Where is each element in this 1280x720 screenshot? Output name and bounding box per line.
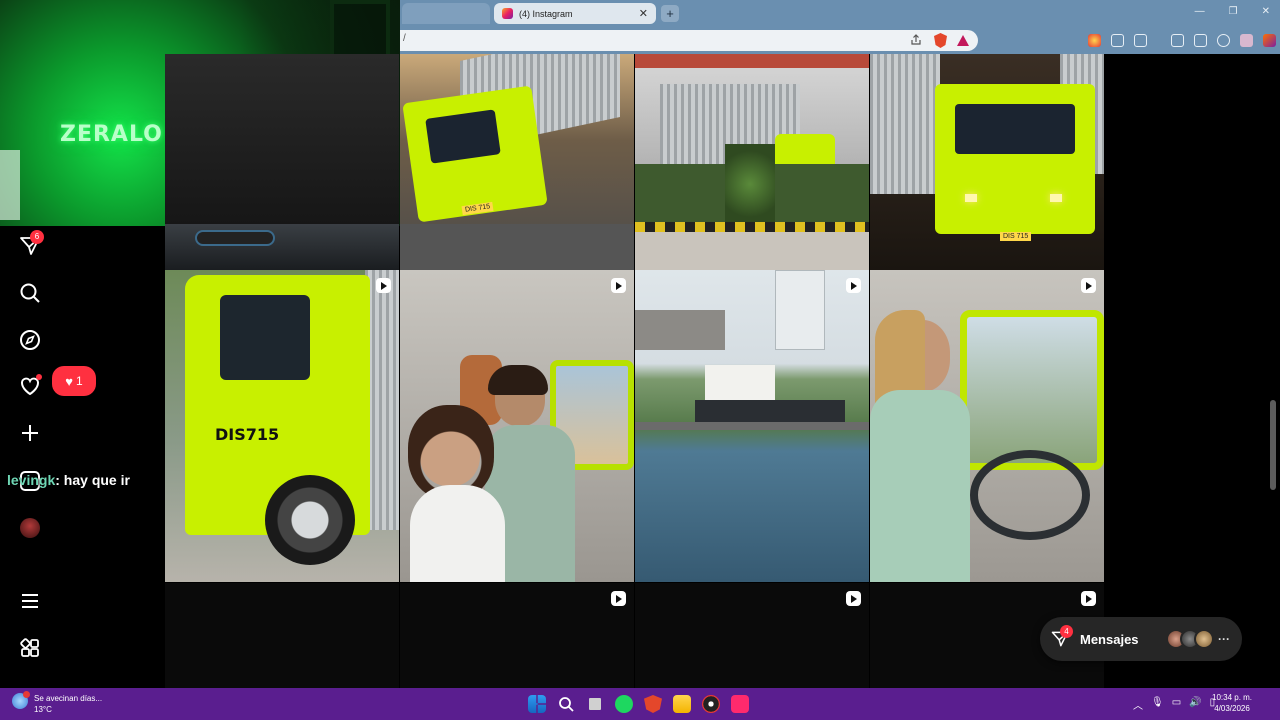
heart-filled-icon: ♥ [65,373,74,389]
screen: (4) Instagram ✕ + — ❐ ✕ / ZERALO 6 ♥ 1 l… [0,0,1280,720]
spotify-icon[interactable] [615,695,633,713]
instagram-sidebar: 6 ♥ 1 levingk: hay que ir [0,226,165,688]
post-tile-loading[interactable] [635,583,869,688]
messages-badge: 4 [1060,625,1073,638]
search-icon[interactable] [18,281,42,305]
extension-icons [1088,34,1280,47]
brave-shield-icon[interactable] [934,33,947,48]
clock-date: 4/03/2026 [1214,704,1250,713]
weather-temperature: 13°C [34,705,52,714]
post-tile[interactable] [400,270,634,582]
url-text: / [403,33,406,44]
messages-label: Mensajes [1080,631,1139,647]
chat-username: levingk [7,472,56,488]
windows-taskbar: Se avecinan días... 13°C ︿ 🎙 ▭ 🔊 ▯ 10:34… [0,688,1280,720]
chevron-up-icon[interactable]: ︿ [1133,697,1143,712]
sidebar-toggle-icon[interactable] [1171,34,1184,47]
file-explorer-icon[interactable] [673,695,691,713]
browser-tab-inactive[interactable] [402,3,490,24]
browser-tab-instagram[interactable]: (4) Instagram ✕ [494,3,656,24]
tab-close-icon[interactable]: ✕ [639,7,648,20]
reel-indicator-icon [611,591,626,606]
maximize-button[interactable]: ❐ [1229,6,1238,17]
scrollbar-thumb[interactable] [1270,400,1276,490]
reel-indicator-icon [1081,591,1096,606]
more-dots-icon: ··· [1218,632,1230,646]
post-tile-loading[interactable] [165,583,399,688]
post-tile[interactable] [165,54,399,270]
reading-list-icon[interactable] [1134,34,1147,47]
start-windows-icon[interactable] [528,695,546,713]
profile-avatar[interactable] [20,518,40,538]
volume-icon[interactable]: 🔊 [1189,697,1201,712]
explore-compass-icon[interactable] [18,328,42,352]
brave-rewards-icon[interactable] [957,35,969,46]
reel-indicator-icon [846,278,861,293]
obs-icon[interactable] [702,695,720,713]
profile-icon[interactable] [1263,34,1276,47]
post-tile[interactable] [635,270,869,582]
tab-title: (4) Instagram [519,8,573,19]
right-panel [1104,54,1280,688]
post-tile[interactable] [635,54,869,270]
more-menu-icon[interactable] [18,589,42,613]
notification-count: 1 [76,374,83,388]
browser-titlebar: (4) Instagram ✕ + — ❐ ✕ [400,0,1280,27]
post-tile[interactable] [870,270,1104,582]
minimize-button[interactable]: — [1195,6,1205,17]
messages-icon[interactable]: 6 [18,230,44,258]
clock[interactable]: 10:34 p. m. 4/03/2026 [1212,692,1252,714]
post-tile-loading[interactable] [400,583,634,688]
reel-indicator-icon [1081,278,1096,293]
notifications-heart-icon[interactable] [18,374,42,398]
weather-text: Se avecinan días... [34,694,103,703]
brave-browser-icon[interactable] [644,695,662,713]
page-scrollbar[interactable] [1270,58,1276,680]
notification-popup[interactable]: ♥ 1 [52,366,96,396]
avatar [1194,629,1214,649]
messages-icon: 4 [1050,625,1073,649]
extension-icon[interactable] [1088,34,1101,47]
close-window-button[interactable]: ✕ [1262,6,1270,17]
weather-icon [12,691,30,709]
microphone-icon[interactable]: 🎙 [1151,697,1164,712]
extensions-puzzle-icon[interactable] [1111,34,1124,47]
truck-decal: DIS715 [215,425,280,444]
taskbar-search-icon[interactable] [557,695,575,713]
wallet-icon[interactable] [1194,34,1207,47]
tiktok-live-icon[interactable] [731,695,749,713]
create-plus-icon[interactable] [18,421,42,445]
weather-widget[interactable]: Se avecinan días... 13°C [12,691,103,715]
browser-toolbar: / [400,27,1280,54]
task-view-icon[interactable] [586,695,604,713]
neon-sign: ZERALO [60,122,163,147]
leo-ai-icon[interactable] [1217,34,1230,47]
post-grid: DIS 715 DIS 715 DIS715 [165,54,1104,688]
share-icon[interactable] [910,34,922,46]
chat-text: : hay que ir [55,472,130,488]
address-bar[interactable]: / [400,30,978,51]
system-tray: ︿ 🎙 ▭ 🔊 ▯ [1133,697,1215,712]
vpn-shield-icon[interactable] [1240,34,1253,47]
reel-indicator-icon [846,591,861,606]
license-plate: DIS 715 [1000,232,1032,241]
new-tab-button[interactable]: + [661,5,679,22]
window-controls: — ❐ ✕ [1195,6,1270,17]
clock-time: 10:34 p. m. [1212,693,1253,702]
also-from-meta-icon[interactable] [18,636,42,660]
reel-indicator-icon [611,278,626,293]
instagram-favicon-icon [502,8,513,19]
messages-badge: 6 [30,230,44,244]
network-icon[interactable]: ▭ [1172,697,1181,712]
recent-chat-avatars [1166,629,1214,649]
reel-indicator-icon [376,278,391,293]
post-tile[interactable]: DIS 715 [870,54,1104,270]
taskbar-apps [528,695,749,713]
post-tile[interactable]: DIS 715 [400,54,634,270]
messages-button[interactable]: 4 Mensajes ··· [1040,617,1242,661]
post-tile[interactable]: DIS715 [165,270,399,582]
stream-chat-message: levingk: hay que ir [7,472,130,488]
